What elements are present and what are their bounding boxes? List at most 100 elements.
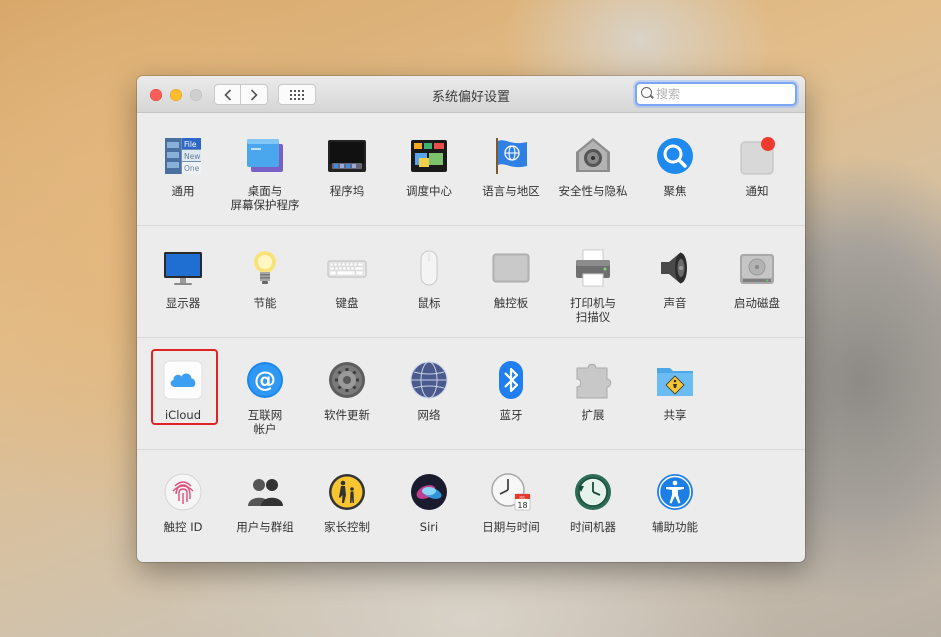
security-privacy-icon [573, 136, 613, 176]
pref-label: 通知 [745, 184, 769, 198]
pref-label: 语言与地区 [482, 184, 540, 198]
pref-internet-accounts[interactable]: @ 互联网 帐户 [224, 360, 306, 436]
pref-displays[interactable]: 显示器 [142, 248, 224, 310]
bluetooth-icon [491, 360, 531, 400]
general-file-text: File [184, 140, 197, 149]
sharing-icon [655, 360, 695, 400]
pref-notifications[interactable]: 通知 [716, 136, 798, 198]
extensions-icon [573, 360, 613, 400]
startup-disk-icon [737, 248, 777, 288]
row-separator [137, 449, 805, 450]
pref-trackpad[interactable]: 触控板 [470, 248, 552, 310]
general-one-text: One [184, 164, 200, 173]
calendar-month-text: JUL [518, 494, 526, 499]
pref-bluetooth[interactable]: 蓝牙 [470, 360, 552, 422]
search-icon [641, 87, 652, 98]
keyboard-icon [327, 248, 367, 288]
pref-date-time[interactable]: JUL 18 日期与时间 [470, 472, 552, 534]
pref-label: 启动磁盘 [734, 296, 780, 310]
pref-touch-id[interactable]: 触控 ID [142, 472, 224, 534]
pref-software-update[interactable]: 软件更新 [306, 360, 388, 422]
pref-security-privacy[interactable]: 安全性与隐私 [552, 136, 634, 198]
pref-sound[interactable]: 声音 [634, 248, 716, 310]
pref-label: 扩展 [581, 408, 605, 422]
pref-startup-disk[interactable]: 启动磁盘 [716, 248, 798, 310]
pref-label: 键盘 [335, 296, 359, 310]
mission-control-icon [409, 136, 449, 176]
pref-label: 触控 ID [163, 520, 203, 534]
row-separator [137, 225, 805, 226]
title-bar: 系统偏好设置 [137, 76, 805, 113]
pref-general[interactable]: File New One 通用 [142, 136, 224, 198]
pref-extensions[interactable]: 扩展 [552, 360, 634, 422]
pref-label: Siri [419, 520, 439, 534]
pref-label: 鼠标 [417, 296, 441, 310]
pref-label: 安全性与隐私 [558, 184, 628, 198]
pref-sharing[interactable]: 共享 [634, 360, 716, 422]
pref-dock[interactable]: 程序坞 [306, 136, 388, 198]
pref-label: 网络 [417, 408, 441, 422]
pref-label: 蓝牙 [499, 408, 523, 422]
notifications-icon [737, 136, 777, 176]
search-field[interactable] [635, 82, 797, 106]
pref-keyboard[interactable]: 键盘 [306, 248, 388, 310]
pref-label: 通用 [171, 184, 195, 198]
touch-id-icon [163, 472, 203, 512]
general-new-text: New [184, 152, 200, 161]
pref-label: 共享 [663, 408, 687, 422]
pref-label: 显示器 [165, 296, 201, 310]
displays-icon [163, 248, 203, 288]
pref-label: 时间机器 [570, 520, 616, 534]
pref-label: 家长控制 [324, 520, 370, 534]
pref-parental-controls[interactable]: 家长控制 [306, 472, 388, 534]
date-time-icon: JUL 18 [491, 472, 531, 512]
pref-desktop-screensaver[interactable]: 桌面与 屏幕保护程序 [224, 136, 306, 212]
pref-label: 日期与时间 [482, 520, 540, 534]
icloud-highlight-box [151, 349, 218, 425]
users-groups-icon [245, 472, 285, 512]
time-machine-icon [573, 472, 613, 512]
trackpad-icon [491, 248, 531, 288]
pref-siri[interactable]: Siri [388, 472, 470, 534]
pref-network[interactable]: 网络 [388, 360, 470, 422]
pref-energy-saver[interactable]: 节能 [224, 248, 306, 310]
desktop-screensaver-icon [245, 136, 285, 176]
internet-accounts-icon: @ [245, 360, 285, 400]
system-preferences-window: 系统偏好设置 File New One 通用 [137, 76, 805, 562]
pref-spotlight[interactable]: 聚焦 [634, 136, 716, 198]
pref-label: 节能 [253, 296, 277, 310]
language-region-icon [491, 136, 531, 176]
spotlight-icon [655, 136, 695, 176]
search-input[interactable] [656, 86, 791, 102]
energy-saver-icon [245, 248, 285, 288]
pref-label: 调度中心 [406, 184, 452, 198]
svg-text:@: @ [254, 368, 276, 393]
pref-label: 触控板 [493, 296, 529, 310]
parental-controls-icon [327, 472, 367, 512]
pref-accessibility[interactable]: 辅助功能 [634, 472, 716, 534]
row-separator [137, 337, 805, 338]
pref-mission-control[interactable]: 调度中心 [388, 136, 470, 198]
accessibility-icon [655, 472, 695, 512]
pref-printers-scanners[interactable]: 打印机与 扫描仪 [552, 248, 634, 324]
pref-label: 打印机与 扫描仪 [570, 296, 616, 324]
printers-scanners-icon [573, 248, 613, 288]
pref-label: 辅助功能 [652, 520, 698, 534]
general-icon: File New One [163, 136, 203, 176]
pref-label: 桌面与 屏幕保护程序 [230, 184, 300, 212]
pref-time-machine[interactable]: 时间机器 [552, 472, 634, 534]
mouse-icon [409, 248, 449, 288]
dock-icon [327, 136, 367, 176]
pref-mouse[interactable]: 鼠标 [388, 248, 470, 310]
calendar-day-text: 18 [517, 501, 527, 510]
pref-label: 程序坞 [329, 184, 365, 198]
network-icon [409, 360, 449, 400]
pref-label: 软件更新 [324, 408, 370, 422]
pref-label: 互联网 帐户 [247, 408, 283, 436]
pref-label: 用户与群组 [236, 520, 294, 534]
pref-users-groups[interactable]: 用户与群组 [224, 472, 306, 534]
siri-icon [409, 472, 449, 512]
pref-label: 声音 [663, 296, 687, 310]
pref-language-region[interactable]: 语言与地区 [470, 136, 552, 198]
sound-icon [655, 248, 695, 288]
